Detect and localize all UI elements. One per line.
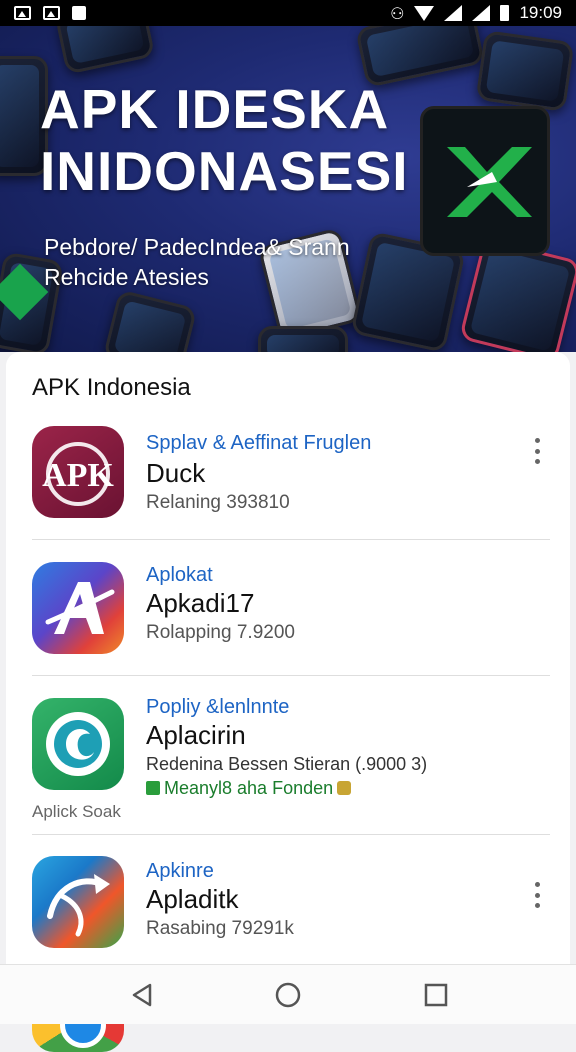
list-item[interactable]: Apkinre Apladitk Rasabing 79291k [6, 856, 570, 956]
hero-title-line-2: INIDONASESI [40, 140, 409, 202]
lock-icon [337, 781, 352, 795]
app-meta: Redenina Bessen Stieran (.9000 3) [146, 754, 428, 774]
recents-icon[interactable] [422, 981, 450, 1009]
app-meta: Rolapping 7.9200 [146, 622, 295, 643]
hero-banner[interactable]: APK IDESKA INIDONASESI Pebdore/ PadecInd… [0, 26, 576, 352]
wifi-icon [414, 5, 435, 21]
app-name: Apladitk [146, 884, 239, 914]
x-logo-icon [447, 147, 532, 217]
back-icon[interactable] [128, 981, 156, 1009]
app-category: Apkinre [146, 860, 214, 882]
brand-logo-phone [420, 106, 550, 256]
hero-title: APK IDESKA INIDONASESI [40, 78, 409, 202]
signal-icon [444, 5, 463, 21]
battery-icon [500, 5, 510, 21]
list-item[interactable]: APK Spplav & Aeffinat Fruglen Duck Relan… [6, 426, 570, 538]
hero-subtitle-line-1: Pebdore/ PadecIndea& Srann [44, 234, 350, 260]
clock: 19:09 [519, 3, 562, 22]
app-name: Duck [146, 458, 206, 488]
decor-phone [475, 30, 575, 112]
more-options-icon[interactable] [532, 438, 542, 464]
app-badge-text: Meanyl8 aha Fonden [164, 778, 334, 798]
image-icon [14, 6, 31, 20]
check-badge-icon [146, 781, 160, 795]
vibrate-icon: ⚇ [390, 3, 405, 23]
hero-title-line-1: APK IDESKA [40, 78, 390, 140]
system-navigation-bar [0, 964, 576, 1024]
app-name: Aplacirin [146, 720, 246, 750]
hero-subtitle-line-2: Rehcide Atesies [44, 264, 209, 290]
notification-icons [14, 6, 86, 20]
arrow-swirl-icon[interactable] [32, 856, 124, 948]
divider [32, 539, 550, 540]
app-list-card: APK Indonesia APK Spplav & Aeffinat Frug… [6, 352, 570, 1024]
app-category: Spplav & Aeffinat Fruglen [146, 432, 372, 454]
app-side-label: Aplick Soak [32, 802, 121, 821]
decor-phone [54, 26, 156, 75]
apk-logo-icon[interactable]: APK [32, 426, 124, 518]
letter-a-icon[interactable] [32, 562, 124, 654]
svg-text:APK: APK [42, 457, 114, 494]
app-meta: Rasabing 79291k [146, 918, 294, 939]
divider [32, 675, 550, 676]
hero-subtitle: Pebdore/ PadecIndea& Srann Rehcide Atesi… [44, 232, 350, 292]
list-item[interactable]: Popliy &lenlnnte Aplacirin Redenina Bess… [6, 696, 570, 828]
app-meta: Relaning 393810 [146, 492, 290, 513]
decor-phone [258, 326, 348, 352]
decor-phone [102, 289, 198, 352]
signal-icon-2 [472, 5, 491, 21]
teal-circle-icon[interactable] [32, 698, 124, 790]
app-category: Aplokat [146, 564, 213, 586]
app-badge-line: Meanyl8 aha Fonden [146, 778, 352, 799]
app-name: Apkadi17 [146, 588, 255, 618]
system-icons: ⚇ 19:09 [390, 3, 562, 23]
document-icon [72, 6, 86, 20]
app-category: Popliy &lenlnnte [146, 696, 290, 718]
home-icon[interactable] [274, 981, 302, 1009]
gallery-icon [43, 6, 60, 20]
list-item[interactable]: Aplokat Apkadi17 Rolapping 7.9200 [6, 562, 570, 674]
status-bar: ⚇ 19:09 [0, 0, 576, 26]
section-title: APK Indonesia [32, 374, 191, 401]
more-options-icon[interactable] [532, 882, 542, 908]
divider [32, 834, 550, 835]
